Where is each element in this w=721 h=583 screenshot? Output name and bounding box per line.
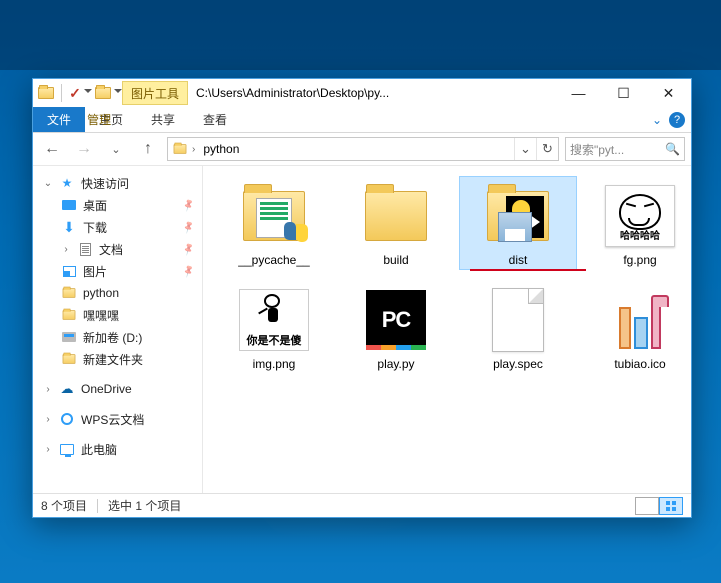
search-input[interactable]: 搜索"pyt... 🔍 xyxy=(565,137,685,161)
sidebar-label: 此电脑 xyxy=(81,441,117,458)
sidebar-downloads[interactable]: ⬇下载 xyxy=(33,216,202,238)
file-item[interactable]: dist xyxy=(459,176,577,270)
properties-icon[interactable]: ✓ xyxy=(68,86,82,100)
qat-dropdown-icon[interactable] xyxy=(114,89,122,97)
sidebar-new-folder[interactable]: 新建文件夹 xyxy=(33,348,202,370)
sidebar-label: python xyxy=(83,286,119,300)
sidebar-label: 嘿嘿嘿 xyxy=(83,307,119,324)
sidebar-label: 快速访问 xyxy=(81,175,129,192)
file-thumbnail xyxy=(478,285,558,355)
window-title-path: C:\Users\Administrator\Desktop\py... xyxy=(196,86,556,100)
search-placeholder: 搜索"pyt... xyxy=(570,141,624,158)
sidebar-heiheihei[interactable]: 嘿嘿嘿 xyxy=(33,304,202,326)
file-item[interactable]: __pycache__ xyxy=(215,176,333,270)
status-bar: 8 个项目 选中 1 个项目 xyxy=(33,493,691,517)
minimize-button[interactable]: — xyxy=(556,79,601,107)
tab-manage[interactable]: 管理 xyxy=(73,107,125,132)
file-item[interactable]: tubiao.ico xyxy=(581,280,691,374)
sidebar-onedrive[interactable]: ›☁OneDrive xyxy=(33,378,202,400)
tab-view[interactable]: 查看 xyxy=(189,107,241,132)
file-name-label: tubiao.ico xyxy=(614,357,665,371)
view-details-button[interactable] xyxy=(635,497,659,515)
quick-access-toolbar: ✓ xyxy=(37,84,122,102)
annotation-underline xyxy=(470,269,586,271)
contextual-tool-tab[interactable]: 图片工具 xyxy=(122,81,188,105)
sidebar-wps-cloud[interactable]: ›WPS云文档 xyxy=(33,408,202,430)
sidebar-label: OneDrive xyxy=(81,382,132,396)
divider xyxy=(61,84,62,102)
sidebar-label: WPS云文档 xyxy=(81,411,144,428)
file-list-pane[interactable]: __pycache__ build dist 哈哈哈哈 fg.png 你是不是傻 img.p… xyxy=(203,166,691,493)
navigation-pane: ⌄★快速访问 桌面 ⬇下载 ›文档 图片 python 嘿嘿嘿 新加卷 (D:)… xyxy=(33,166,203,493)
sidebar-python[interactable]: python xyxy=(33,282,202,304)
refresh-icon[interactable]: ↻ xyxy=(536,138,558,160)
file-name-label: img.png xyxy=(253,357,296,371)
file-item[interactable]: build xyxy=(337,176,455,270)
sidebar-label: 新加卷 (D:) xyxy=(83,329,142,346)
search-icon[interactable]: 🔍 xyxy=(665,142,680,156)
file-thumbnail xyxy=(356,181,436,251)
sidebar-new-volume[interactable]: 新加卷 (D:) xyxy=(33,326,202,348)
close-button[interactable]: ✕ xyxy=(646,79,691,107)
up-button[interactable]: ↑ xyxy=(135,136,161,162)
sidebar-label: 文档 xyxy=(99,241,123,258)
ribbon-tabs: 文件 主页 共享 查看 管理 ⌄ ? xyxy=(33,107,691,133)
window-controls: — ☐ ✕ xyxy=(556,79,691,107)
sidebar-label: 下载 xyxy=(83,219,107,236)
file-item[interactable]: play.spec xyxy=(459,280,577,374)
sidebar-label: 新建文件夹 xyxy=(83,351,143,368)
file-name-label: play.spec xyxy=(493,357,543,371)
sidebar-this-pc[interactable]: ›此电脑 xyxy=(33,438,202,460)
forward-button[interactable]: → xyxy=(71,136,97,162)
expand-ribbon-icon[interactable]: ⌄ xyxy=(649,112,665,128)
file-name-label: fg.png xyxy=(623,253,656,267)
sidebar-pictures[interactable]: 图片 xyxy=(33,260,202,282)
file-name-label: dist xyxy=(509,253,528,267)
file-name-label: __pycache__ xyxy=(238,253,309,267)
file-item[interactable]: 你是不是傻 img.png xyxy=(215,280,333,374)
file-name-label: build xyxy=(383,253,408,267)
file-item[interactable]: 哈哈哈哈 fg.png xyxy=(581,176,691,270)
explorer-window: ✓ 图片工具 C:\Users\Administrator\Desktop\py… xyxy=(32,78,692,518)
tab-share[interactable]: 共享 xyxy=(137,107,189,132)
file-thumbnail xyxy=(478,181,558,251)
sidebar-documents[interactable]: ›文档 xyxy=(33,238,202,260)
file-thumbnail: 你是不是傻 xyxy=(234,285,314,355)
item-count: 8 个项目 xyxy=(41,497,87,514)
new-folder-icon[interactable] xyxy=(94,84,112,102)
sidebar-label: 桌面 xyxy=(83,197,107,214)
chevron-down-icon[interactable] xyxy=(84,89,92,97)
maximize-button[interactable]: ☐ xyxy=(601,79,646,107)
titlebar: ✓ 图片工具 C:\Users\Administrator\Desktop\py… xyxy=(33,79,691,107)
file-thumbnail xyxy=(600,285,680,355)
folder-icon xyxy=(37,84,55,102)
address-dropdown-icon[interactable]: ⌄ xyxy=(514,138,536,160)
back-button[interactable]: ← xyxy=(39,136,65,162)
breadcrumb-segment[interactable]: python xyxy=(199,142,243,156)
sidebar-desktop[interactable]: 桌面 xyxy=(33,194,202,216)
help-icon[interactable]: ? xyxy=(669,112,685,128)
sidebar-label: 图片 xyxy=(83,263,107,280)
navigation-row: ← → ⌄ ↑ › python ⌄ ↻ 搜索"pyt... 🔍 xyxy=(33,133,691,165)
selection-count: 选中 1 个项目 xyxy=(108,497,181,514)
file-thumbnail xyxy=(234,181,314,251)
address-bar[interactable]: › python ⌄ ↻ xyxy=(167,137,559,161)
sidebar-quick-access[interactable]: ⌄★快速访问 xyxy=(33,172,202,194)
view-large-icons-button[interactable] xyxy=(659,497,683,515)
file-item[interactable]: PC play.py xyxy=(337,280,455,374)
recent-dropdown-icon[interactable]: ⌄ xyxy=(103,136,129,162)
file-thumbnail: PC xyxy=(356,285,436,355)
file-name-label: play.py xyxy=(377,357,414,371)
file-thumbnail: 哈哈哈哈 xyxy=(600,181,680,251)
